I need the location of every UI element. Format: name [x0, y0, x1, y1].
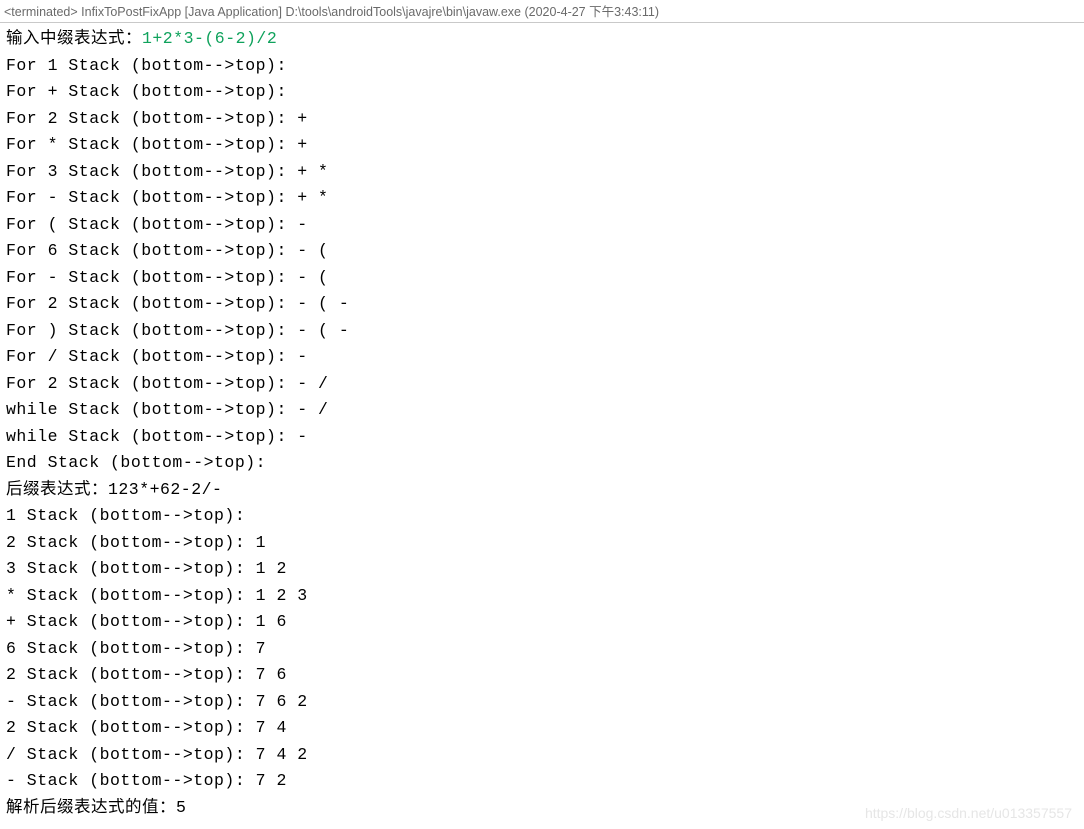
console-line: For / Stack (bottom-->top): - — [6, 344, 1078, 371]
console-output[interactable]: 输入中缀表达式：1+2*3-(6-2)/2 For 1 Stack (botto… — [0, 23, 1084, 827]
console-line: For ( Stack (bottom-->top): - — [6, 212, 1078, 239]
console-line: 2 Stack (bottom-->top): 7 6 — [6, 662, 1078, 689]
prompt-label: 输入中缀表达式： — [6, 28, 142, 47]
console-line: For 2 Stack (bottom-->top): - / — [6, 371, 1078, 398]
console-line: For * Stack (bottom-->top): + — [6, 132, 1078, 159]
console-line: For 2 Stack (bottom-->top): - ( - — [6, 291, 1078, 318]
console-line: while Stack (bottom-->top): - / — [6, 397, 1078, 424]
console-line: For ) Stack (bottom-->top): - ( - — [6, 318, 1078, 345]
console-line: while Stack (bottom-->top): - — [6, 424, 1078, 451]
console-line: End Stack (bottom-->top): — [6, 450, 1078, 477]
console-line: / Stack (bottom-->top): 7 4 2 — [6, 742, 1078, 769]
output-block: For 1 Stack (bottom-->top):For + Stack (… — [6, 53, 1078, 822]
exe-path: D:\tools\androidTools\javajre\bin\javaw.… — [285, 5, 521, 19]
console-line: 2 Stack (bottom-->top): 7 4 — [6, 715, 1078, 742]
console-line: * Stack (bottom-->top): 1 2 3 — [6, 583, 1078, 610]
console-line: + Stack (bottom-->top): 1 6 — [6, 609, 1078, 636]
console-line: For 3 Stack (bottom-->top): + * — [6, 159, 1078, 186]
console-line: For - Stack (bottom-->top): + * — [6, 185, 1078, 212]
console-line: For 2 Stack (bottom-->top): + — [6, 106, 1078, 133]
console-line: 6 Stack (bottom-->top): 7 — [6, 636, 1078, 663]
input-prompt-line: 输入中缀表达式：1+2*3-(6-2)/2 — [6, 25, 1078, 53]
console-line: 解析后缀表达式的值：5 — [6, 795, 1078, 822]
console-line: 后缀表达式：123*+62-2/- — [6, 477, 1078, 504]
console-line: - Stack (bottom-->top): 7 6 2 — [6, 689, 1078, 716]
user-input: 1+2*3-(6-2)/2 — [142, 29, 277, 48]
run-timestamp: (2020-4-27 下午3:43:11) — [524, 5, 659, 19]
console-line: 2 Stack (bottom-->top): 1 — [6, 530, 1078, 557]
console-line: 3 Stack (bottom-->top): 1 2 — [6, 556, 1078, 583]
console-line: - Stack (bottom-->top): 7 2 — [6, 768, 1078, 795]
console-line: For 1 Stack (bottom-->top): — [6, 53, 1078, 80]
console-line: For - Stack (bottom-->top): - ( — [6, 265, 1078, 292]
console-line: For + Stack (bottom-->top): — [6, 79, 1078, 106]
console-line: 1 Stack (bottom-->top): — [6, 503, 1078, 530]
app-name: InfixToPostFixApp [Java Application] — [81, 5, 282, 19]
run-status: <terminated> — [4, 5, 78, 19]
console-line: For 6 Stack (bottom-->top): - ( — [6, 238, 1078, 265]
console-header: <terminated> InfixToPostFixApp [Java App… — [0, 0, 1084, 23]
